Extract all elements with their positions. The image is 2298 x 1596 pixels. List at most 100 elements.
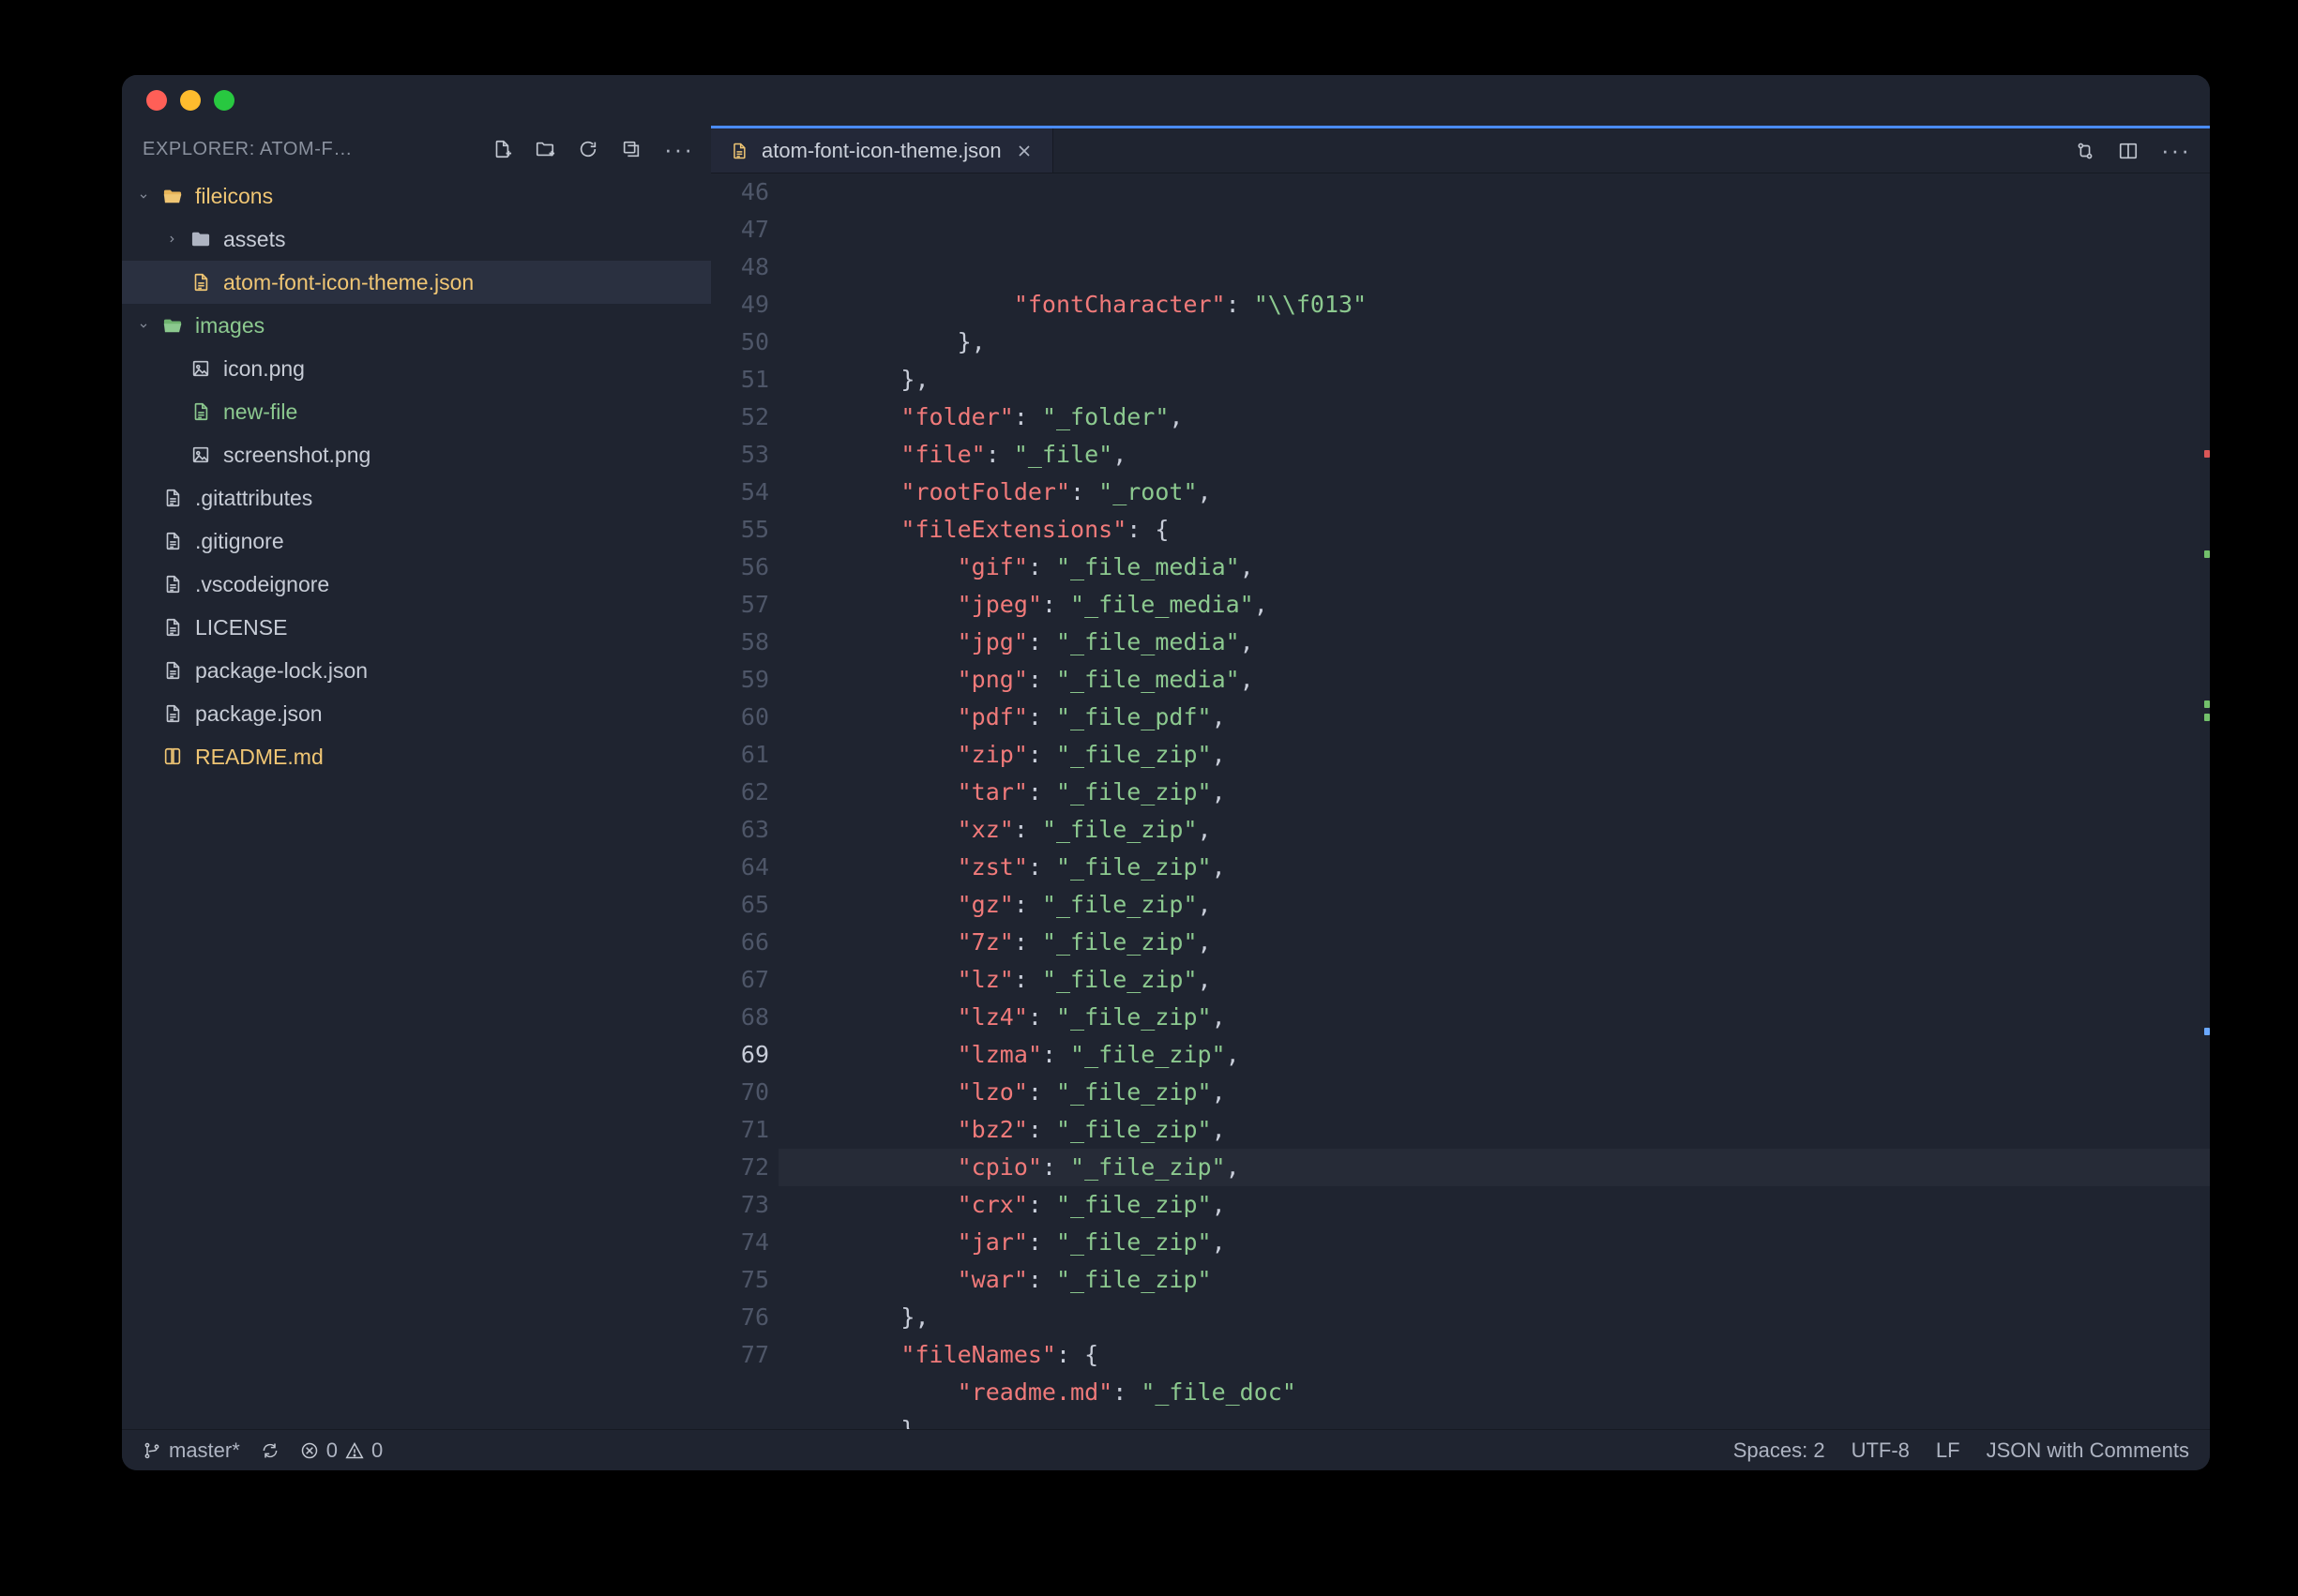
tree-row[interactable]: screenshot.png (122, 433, 711, 476)
tree-row[interactable]: LICENSE (122, 606, 711, 649)
editor-window: EXPLORER: ATOM-F… ··· (122, 75, 2210, 1470)
explorer-sidebar: EXPLORER: ATOM-F… ··· (122, 126, 711, 1429)
line-number: 63 (711, 811, 769, 849)
explorer-actions: ··· (491, 135, 694, 164)
tree-label: package-lock.json (195, 658, 368, 684)
line-number: 74 (711, 1224, 769, 1261)
code-content[interactable]: "fontCharacter": "\\f013" }, }, "folder"… (779, 173, 2210, 1429)
scroll-marks (2200, 173, 2210, 1429)
code-line: "readme.md": "_file_doc" (788, 1374, 2210, 1411)
code-line: "7z": "_file_zip", (788, 924, 2210, 961)
code-line: "zip": "_file_zip", (788, 736, 2210, 774)
code-line: "war": "_file_zip" (788, 1261, 2210, 1299)
split-editor-icon[interactable] (2118, 141, 2139, 161)
line-number: 52 (711, 399, 769, 436)
new-file-icon[interactable] (491, 139, 512, 159)
code-line: "jar": "_file_zip", (788, 1224, 2210, 1261)
code-line: "lz": "_file_zip", (788, 961, 2210, 999)
code-line: }, (788, 1299, 2210, 1336)
encoding-status[interactable]: UTF-8 (1852, 1438, 1910, 1463)
compare-changes-icon[interactable] (2075, 141, 2095, 161)
line-number: 49 (711, 286, 769, 324)
tree-label: new-file (223, 399, 297, 425)
line-number: 56 (711, 549, 769, 586)
code-line: "lzo": "_file_zip", (788, 1074, 2210, 1111)
git-branch-icon (143, 1441, 161, 1460)
app-body: EXPLORER: ATOM-F… ··· (122, 126, 2210, 1429)
file-icon (161, 617, 184, 638)
code-line: "fileExtensions": { (788, 511, 2210, 549)
code-line: "fontCharacter": "\\f013" (788, 286, 2210, 324)
file-json-icon (730, 142, 748, 160)
tree-label: README.md (195, 745, 324, 770)
file-icon (161, 703, 184, 724)
line-number: 75 (711, 1261, 769, 1299)
window-titlebar (122, 75, 2210, 126)
language-status[interactable]: JSON with Comments (1987, 1438, 2189, 1463)
tree-row[interactable]: atom-font-icon-theme.json (122, 261, 711, 304)
code-line: "rootFolder": "_root", (788, 474, 2210, 511)
tab-close-icon[interactable] (1015, 142, 1034, 160)
code-line: "folder": "_folder", (788, 399, 2210, 436)
tree-label: images (195, 313, 265, 339)
line-number: 72 (711, 1149, 769, 1186)
editor-tabs: atom-font-icon-theme.json ··· (711, 128, 2210, 173)
tree-row[interactable]: assets (122, 218, 711, 261)
line-number: 59 (711, 661, 769, 699)
eol-status[interactable]: LF (1936, 1438, 1960, 1463)
more-icon[interactable]: ··· (664, 135, 694, 164)
editor-more-icon[interactable]: ··· (2161, 136, 2191, 165)
tree-row[interactable]: .gitattributes (122, 476, 711, 519)
tree-row[interactable]: .vscodeignore (122, 563, 711, 606)
sync-icon[interactable] (261, 1441, 280, 1460)
line-number: 46 (711, 173, 769, 211)
collapse-all-icon[interactable] (621, 139, 642, 159)
code-line: "bz2": "_file_zip", (788, 1111, 2210, 1149)
code-line: "file": "_file", (788, 436, 2210, 474)
tree-row[interactable]: package-lock.json (122, 649, 711, 692)
file-icon (161, 488, 184, 508)
tree-row[interactable]: new-file (122, 390, 711, 433)
tree-row[interactable]: .gitignore (122, 519, 711, 563)
file-icon (161, 531, 184, 551)
refresh-icon[interactable] (578, 139, 598, 159)
file-icon (161, 660, 184, 681)
tree-label: package.json (195, 701, 323, 727)
code-line: "png": "_file_media", (788, 661, 2210, 699)
tree-row[interactable]: README.md (122, 735, 711, 778)
code-line: "gz": "_file_zip", (788, 886, 2210, 924)
code-line: }, (788, 324, 2210, 361)
explorer-title: EXPLORER: ATOM-F… (143, 139, 491, 160)
tree-row[interactable]: images (122, 304, 711, 347)
problems[interactable]: 0 0 (300, 1438, 384, 1463)
line-number: 71 (711, 1111, 769, 1149)
code-line: } (788, 1411, 2210, 1429)
git-branch[interactable]: master* (143, 1438, 240, 1463)
indent-status[interactable]: Spaces: 2 (1733, 1438, 1825, 1463)
zoom-button[interactable] (214, 90, 234, 111)
line-number: 58 (711, 624, 769, 661)
tab-label: atom-font-icon-theme.json (762, 139, 1002, 163)
code-line: }, (788, 361, 2210, 399)
folder-open-green-icon (161, 315, 184, 336)
new-folder-icon[interactable] (535, 139, 555, 159)
status-bar: master* 0 0 Spaces: 2 UTF-8 LF JSON with… (122, 1429, 2210, 1470)
close-button[interactable] (146, 90, 167, 111)
minimize-button[interactable] (180, 90, 201, 111)
code-line: "lzma": "_file_zip", (788, 1036, 2210, 1074)
tab-active[interactable]: atom-font-icon-theme.json (711, 128, 1053, 173)
file-tree[interactable]: fileiconsassetsatom-font-icon-theme.json… (122, 171, 711, 1429)
tree-row[interactable]: icon.png (122, 347, 711, 390)
editor-pane: atom-font-icon-theme.json ··· (711, 126, 2210, 1429)
tree-row[interactable]: package.json (122, 692, 711, 735)
tree-row[interactable]: fileicons (122, 174, 711, 218)
tabs-spacer (1053, 128, 2075, 173)
line-number: 77 (711, 1336, 769, 1374)
line-number: 61 (711, 736, 769, 774)
warning-icon (345, 1441, 364, 1460)
code-line: "zst": "_file_zip", (788, 849, 2210, 886)
code-area[interactable]: 4647484950515253545556575859606162636465… (711, 173, 2210, 1429)
line-number: 64 (711, 849, 769, 886)
code-line: "jpeg": "_file_media", (788, 586, 2210, 624)
image-icon (189, 358, 212, 379)
